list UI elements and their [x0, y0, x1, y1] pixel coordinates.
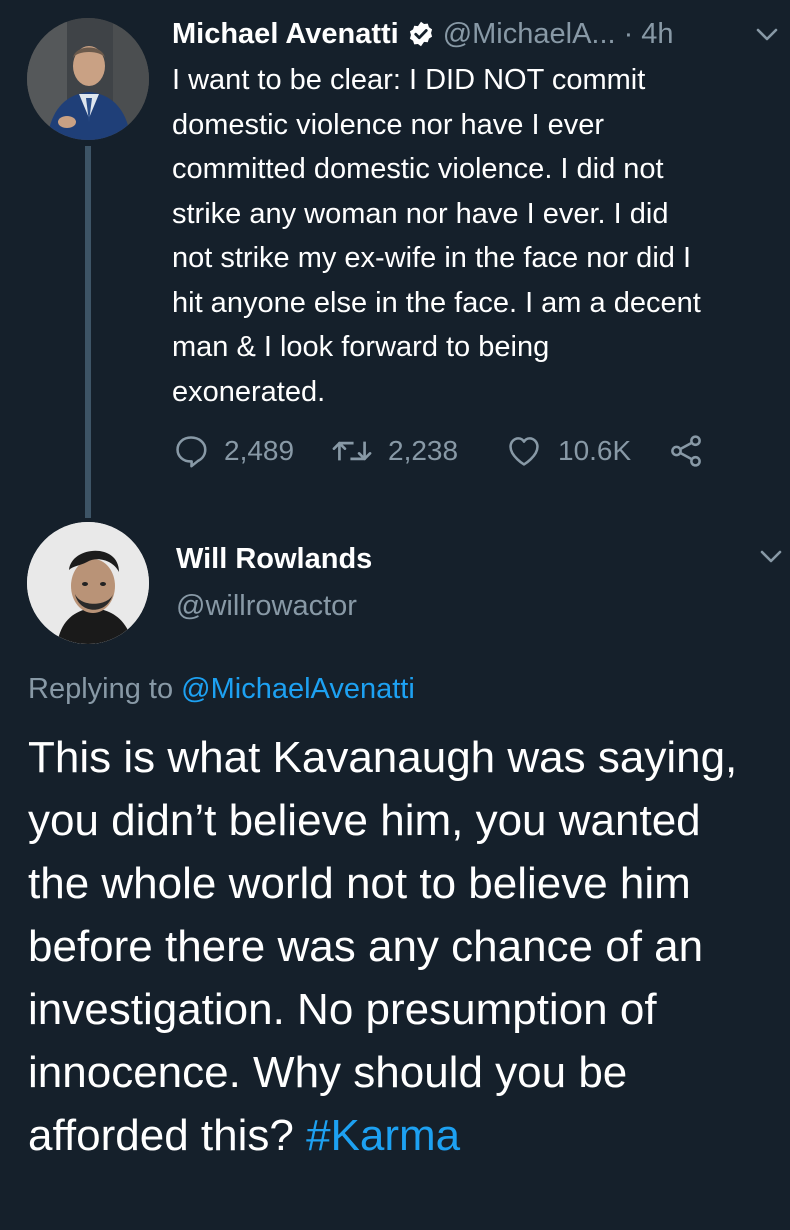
author-handle[interactable]: @MichaelA... — [443, 18, 616, 51]
replying-to-line: Replying to @MichaelAvenatti — [28, 673, 415, 706]
reply-tweet-text: This is what Kavanaugh was saying, you d… — [28, 726, 768, 1167]
retweet-count: 2,238 — [388, 435, 459, 466]
reply-icon — [176, 436, 207, 468]
chevron-down-icon[interactable] — [756, 544, 786, 568]
tweet-original: Michael Avenatti @MichaelA... · 4h I wan… — [0, 0, 790, 520]
reply-count: 2,489 — [224, 435, 295, 466]
share-icon — [671, 435, 701, 467]
tweet-text: I want to be clear: I DID NOT commit dom… — [172, 64, 701, 408]
thread-connector-line — [85, 146, 91, 518]
author-name[interactable]: Michael Avenatti — [172, 18, 399, 51]
like-button[interactable]: 10.6K — [504, 428, 631, 474]
like-count: 10.6K — [558, 435, 632, 466]
retweet-button[interactable]: 2,238 — [330, 428, 458, 474]
replying-to-link[interactable]: @MichaelAvenatti — [181, 673, 415, 705]
tweet-header: Michael Avenatti @MichaelA... · 4h — [172, 14, 674, 54]
reply-button[interactable]: 2,489 — [172, 428, 294, 474]
tweet-actions: 2,489 2,238 10.6K — [172, 428, 732, 474]
chevron-down-icon[interactable] — [752, 22, 782, 46]
timestamp[interactable]: · 4h — [624, 18, 674, 51]
verified-badge-icon — [407, 20, 435, 48]
reply-body: This is what Kavanaugh was saying, you d… — [28, 733, 738, 1160]
avatar[interactable] — [27, 522, 149, 644]
share-button[interactable] — [666, 428, 720, 474]
replying-to-label: Replying to — [28, 673, 182, 705]
heart-icon — [509, 437, 539, 466]
hashtag-link[interactable]: #Karma — [306, 1111, 460, 1160]
avatar[interactable] — [27, 18, 149, 140]
retweet-icon — [332, 441, 372, 461]
author-name[interactable]: Will Rowlands — [176, 543, 372, 576]
author-handle[interactable]: @willrowactor — [176, 590, 357, 623]
